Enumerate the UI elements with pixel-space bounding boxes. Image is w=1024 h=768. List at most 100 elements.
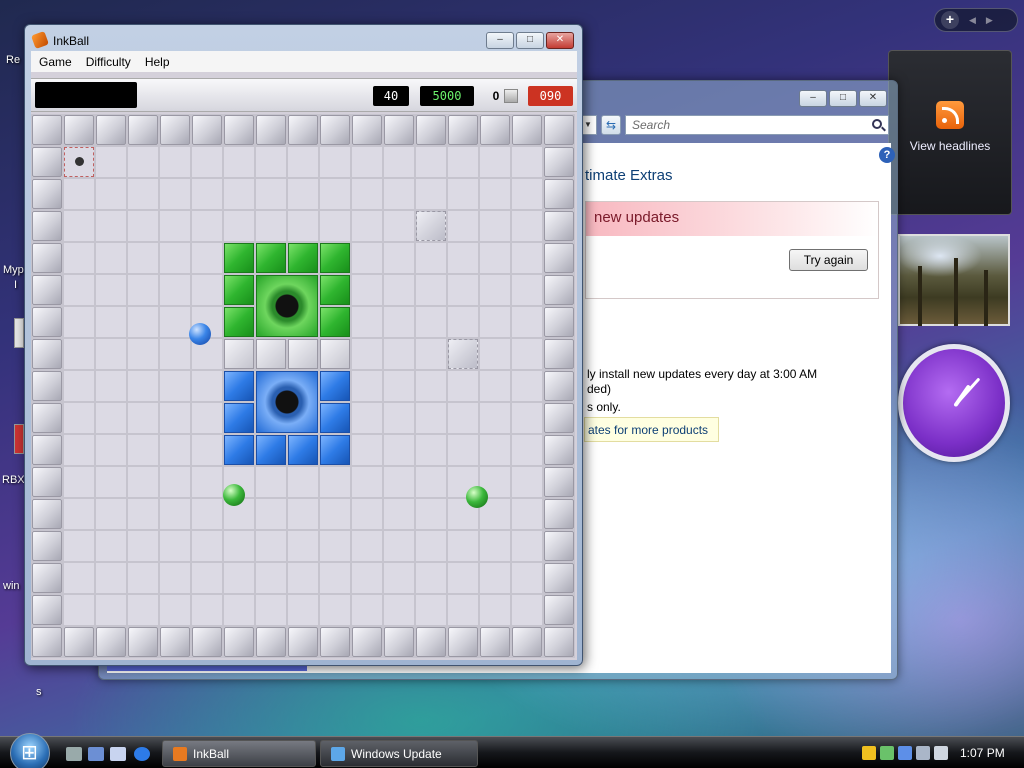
board-cell [63, 530, 95, 562]
board-cell [191, 178, 223, 210]
wall-tile [480, 115, 510, 145]
board-cell [383, 402, 415, 434]
desktop-label-myp: Myp [3, 264, 24, 276]
board-cell [159, 274, 191, 306]
menu-game[interactable]: Game [39, 55, 72, 69]
switch-windows-icon[interactable] [110, 747, 126, 761]
windows-update-tray-icon[interactable] [898, 745, 912, 760]
game-board[interactable] [31, 114, 577, 660]
wall-tile [544, 595, 574, 625]
taskbar-clock[interactable]: 1:07 PM [960, 746, 1005, 760]
volume-icon[interactable] [934, 745, 948, 760]
minimize-button[interactable]: – [486, 32, 514, 49]
board-cell [223, 594, 255, 626]
add-gadget-icon[interactable]: + [941, 11, 959, 29]
help-icon[interactable]: ? [879, 147, 895, 163]
start-button[interactable] [10, 733, 50, 768]
security-shield-icon[interactable] [862, 745, 876, 760]
computer-icon[interactable] [88, 747, 104, 761]
close-button[interactable]: ✕ [546, 32, 574, 49]
sidebar-controls: + ◀ ▶ [934, 8, 1018, 32]
board-cell [127, 594, 159, 626]
search-icon[interactable] [872, 119, 882, 129]
minimize-button[interactable]: – [799, 90, 827, 107]
refresh-icon[interactable]: ⇆ [601, 115, 621, 135]
board-cell [63, 338, 95, 370]
board-cell [351, 498, 383, 530]
board-cell [287, 498, 319, 530]
board-cell [415, 562, 447, 594]
board-cell [159, 338, 191, 370]
menu-difficulty[interactable]: Difficulty [86, 55, 131, 69]
next-arrow-icon[interactable]: ▶ [986, 15, 993, 26]
maximize-button[interactable]: □ [516, 32, 544, 49]
display-icon[interactable] [916, 745, 930, 760]
board-cell [159, 210, 191, 242]
clock-gadget[interactable] [896, 342, 1012, 464]
menu-help[interactable]: Help [145, 55, 170, 69]
more-products-link[interactable]: ates for more products [584, 417, 719, 442]
wall-tile [32, 531, 62, 561]
search-input[interactable]: Search [625, 115, 889, 135]
board-cell [319, 498, 351, 530]
gray-wall-tile [288, 339, 318, 369]
board-cell [383, 498, 415, 530]
previous-arrow-icon[interactable]: ◀ [969, 15, 976, 26]
board-cell [159, 402, 191, 434]
address-bar: ▼ ⇆ Search [579, 114, 889, 136]
board-cell [95, 274, 127, 306]
board-cell [127, 210, 159, 242]
blue-wall-tile [320, 403, 350, 433]
blue-wall-tile [224, 435, 254, 465]
board-cell [255, 466, 287, 498]
wall-tile [32, 179, 62, 209]
board-cell [415, 530, 447, 562]
board-cell [63, 274, 95, 306]
network-icon[interactable] [880, 745, 894, 760]
wall-tile [352, 115, 382, 145]
title-bar[interactable]: InkBall – □ ✕ [25, 25, 582, 53]
board-cell [383, 242, 415, 274]
wall-tile [288, 627, 318, 657]
green-wall-tile [224, 243, 254, 273]
wall-tile [128, 115, 158, 145]
board-cell [127, 242, 159, 274]
wall-tile [288, 115, 318, 145]
feed-headlines-gadget[interactable]: View headlines [888, 50, 1012, 215]
board-cell [415, 594, 447, 626]
feed-label[interactable]: View headlines [910, 139, 991, 153]
maximize-button[interactable]: □ [829, 90, 857, 107]
desktop-icon-fragment[interactable] [14, 424, 24, 454]
board-cell [63, 210, 95, 242]
board-cell [447, 402, 479, 434]
board-cell [351, 242, 383, 274]
slideshow-gadget[interactable] [898, 234, 1010, 326]
try-again-button[interactable]: Try again [789, 249, 868, 271]
board-cell [447, 210, 479, 242]
board-cell [383, 338, 415, 370]
ball-spawner [64, 147, 94, 177]
desktop-label-i: I [14, 279, 18, 291]
inkball-window[interactable]: InkBall – □ ✕ Game Difficulty Help 40 50… [24, 24, 583, 666]
board-cell [415, 498, 447, 530]
show-desktop-icon[interactable] [66, 747, 82, 761]
board-cell [95, 562, 127, 594]
close-button[interactable]: ✕ [859, 90, 887, 107]
board-cell [159, 306, 191, 338]
search-placeholder: Search [632, 118, 671, 132]
taskbar-inkball-button[interactable]: InkBall [162, 740, 316, 767]
wall-tile [192, 627, 222, 657]
board-cell [415, 242, 447, 274]
board-cell [127, 338, 159, 370]
internet-explorer-icon[interactable] [134, 747, 150, 761]
green-wall-tile [320, 307, 350, 337]
board-cell [383, 146, 415, 178]
board-cell [479, 370, 511, 402]
taskbar-windows-update-button[interactable]: Windows Update [320, 740, 478, 767]
board-cell [223, 146, 255, 178]
desktop-icon-fragment[interactable] [14, 318, 24, 348]
board-cell [159, 530, 191, 562]
wall-tile [96, 115, 126, 145]
wall-tile [544, 435, 574, 465]
board-cell [95, 402, 127, 434]
